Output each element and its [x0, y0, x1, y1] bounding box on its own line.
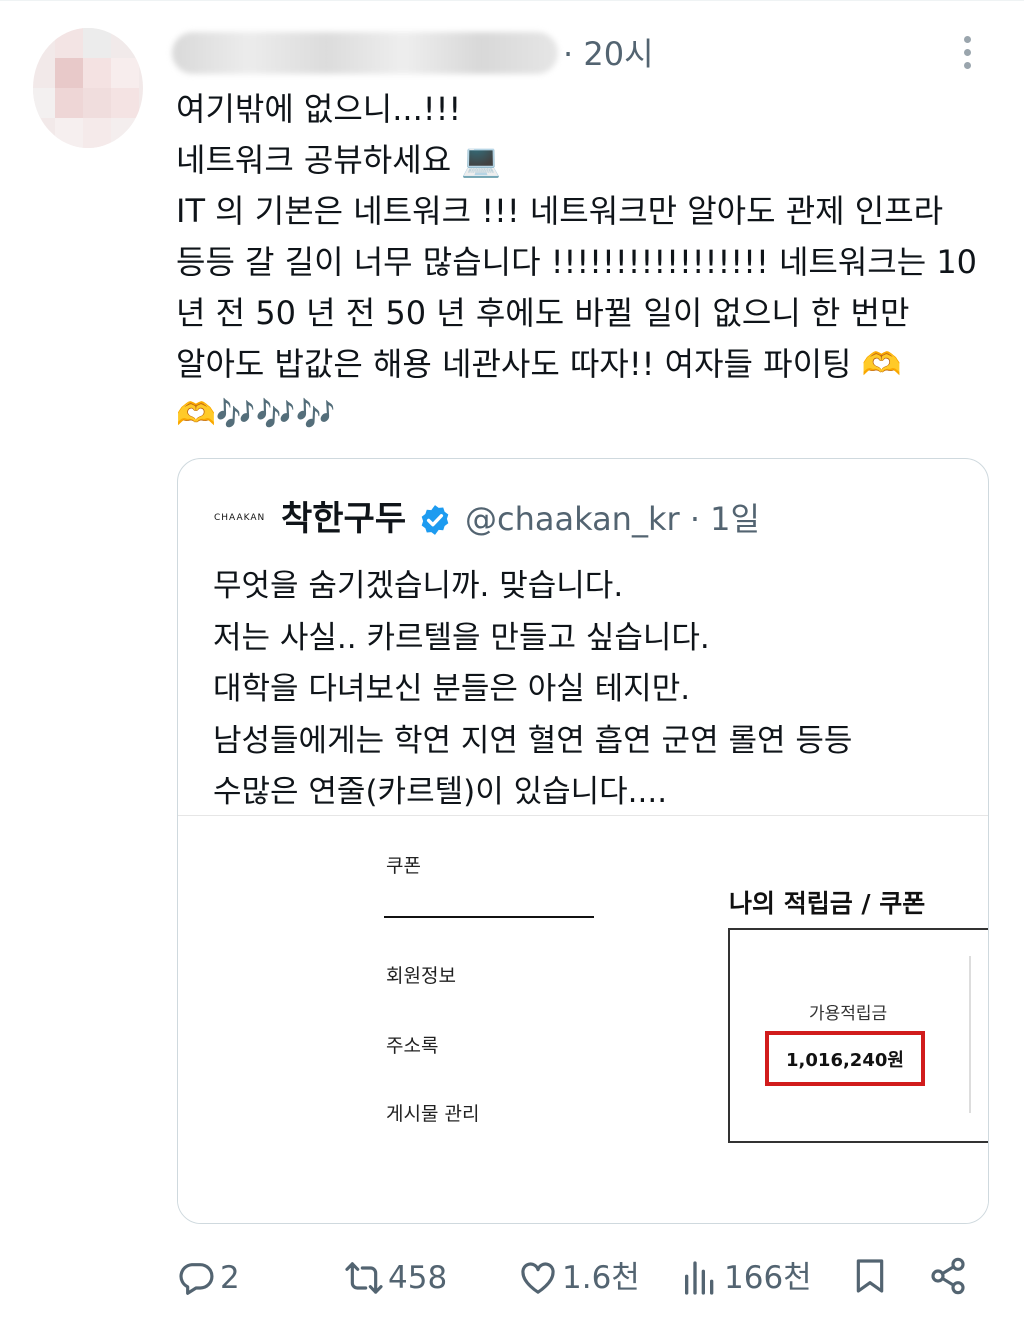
quoted-avatar-logo: CHAAKAN — [214, 513, 266, 523]
share-icon — [931, 1257, 965, 1295]
points-amount: 1,016,240원 — [765, 1031, 925, 1086]
repost-button[interactable]: 458 — [344, 1256, 447, 1300]
views-icon — [685, 1261, 714, 1295]
menu-item-member-info: 회원정보 — [386, 965, 456, 987]
quoted-post[interactable]: CHAAKAN 착한구두 @chaakan_kr · 1일 무엇을 숨기겠습니까… — [177, 458, 989, 1224]
views-button[interactable]: 166천 — [680, 1256, 812, 1300]
share-button[interactable] — [928, 1256, 968, 1296]
action-bar: 2 458 1.6천 166천 — [0, 1250, 1024, 1306]
menu-item-coupon: 쿠폰 — [386, 855, 421, 877]
repost-icon — [345, 1262, 383, 1294]
menu-item-post-management: 게시물 관리 — [386, 1103, 480, 1125]
like-count: 1.6천 — [562, 1260, 640, 1296]
divider — [969, 956, 971, 1113]
verified-badge-icon — [421, 505, 449, 535]
divider — [0, 0, 1024, 1]
post-time[interactable]: · 20시 — [563, 34, 654, 74]
quoted-handle-time: @chaakan_kr · 1일 — [465, 500, 760, 538]
quoted-author-name: 착한구두 — [281, 499, 407, 539]
reply-icon — [179, 1263, 214, 1295]
points-title: 나의 적립금 / 쿠폰 — [729, 889, 926, 918]
divider — [384, 916, 594, 918]
reply-count: 2 — [220, 1260, 240, 1296]
like-icon — [521, 1262, 555, 1294]
post-text: 여기밖에 없으니...!!! 네트워크 공뷰하세요 💻 IT 의 기본은 네트워크 … — [176, 90, 978, 383]
views-count: 166천 — [724, 1260, 812, 1296]
like-button[interactable]: 1.6천 — [518, 1256, 640, 1300]
post-emoji-line: 🫶🎶🎶🎶 — [176, 395, 336, 433]
menu-item-address-book: 주소록 — [386, 1035, 439, 1057]
quoted-screenshot-image[interactable]: 쿠폰 회원정보 주소록 게시물 관리 나의 적립금 / 쿠폰 가용적립금 1,0… — [178, 815, 988, 1223]
author-name-redacted[interactable] — [172, 32, 558, 74]
points-label: 가용적립금 — [809, 1004, 888, 1024]
bookmark-button[interactable] — [850, 1256, 890, 1296]
quoted-text: 무엇을 숨기겠습니까. 맞습니다. 저는 사실.. 카르텔을 만들고 싶습니다. 대… — [213, 568, 853, 810]
avatar[interactable] — [33, 28, 143, 148]
repost-count: 458 — [388, 1260, 448, 1296]
reply-button[interactable]: 2 — [176, 1256, 240, 1300]
bookmark-icon — [856, 1259, 884, 1293]
more-icon[interactable] — [950, 36, 984, 76]
